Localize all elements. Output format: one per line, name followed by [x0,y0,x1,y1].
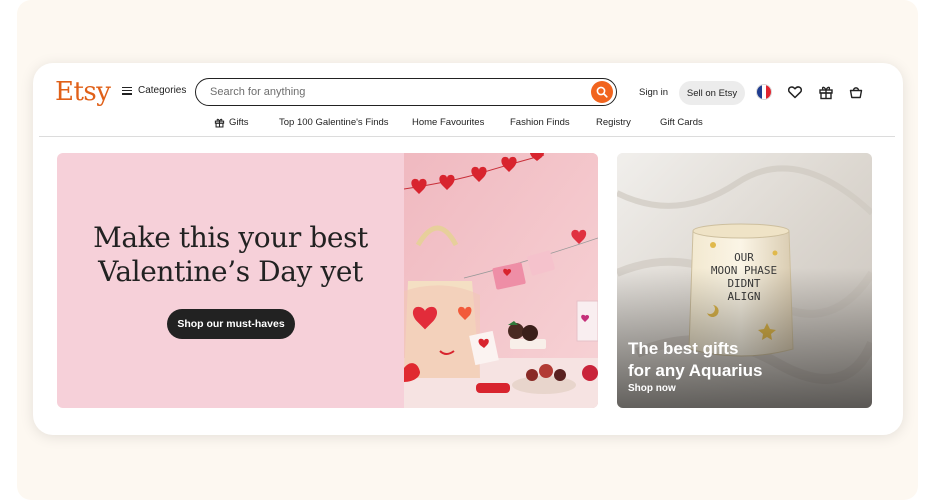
nav-item-label: Top 100 Galentine's Finds [279,117,389,128]
search-bar [195,78,617,106]
nav-item-label: Fashion Finds [510,117,570,128]
hero-title-line: Valentine’s Day yet [98,255,363,288]
nav-item-label: Registry [596,117,631,128]
valentine-product-photo[interactable] [404,153,598,408]
gift-icon [214,118,225,128]
heart-icon[interactable] [787,84,803,100]
search-icon [596,86,608,98]
nav-fashion-finds[interactable]: Fashion Finds [510,117,570,128]
cart-icon[interactable] [848,84,864,100]
menu-icon [122,86,132,95]
hero-banner: Make this your best Valentine’s Day yet … [57,153,404,408]
nav-home-favourites[interactable]: Home Favourites [412,117,484,128]
nav-registry[interactable]: Registry [596,117,631,128]
shop-now-link[interactable]: Shop now [628,383,676,394]
nav-item-label: Home Favourites [412,117,485,128]
nav-gifts[interactable]: Gifts [214,117,249,128]
hero-title-line: Make this your best [93,221,368,254]
promo-title: The best gifts for any Aquarius [628,338,828,382]
gift-icon[interactable] [818,84,834,100]
search-button[interactable] [591,81,613,103]
promo-title-line: for any Aquarius [628,361,763,380]
categories-button[interactable]: Categories [122,85,186,96]
header-divider [39,136,895,137]
categories-label: Categories [138,85,187,96]
aquarius-promo-card[interactable]: OUR MOON PHASE DIDNT ALIGN The best gift… [617,153,872,408]
sell-on-etsy-button[interactable]: Sell on Etsy [679,81,745,105]
search-input[interactable] [208,85,582,99]
nav-item-label: Gift Cards [660,117,703,128]
browser-card: Etsy Categories Sign in Sell on Etsy [33,63,903,435]
hero-title: Make this your best Valentine’s Day yet [57,221,404,289]
sign-in-link[interactable]: Sign in [639,87,668,98]
nav-item-label: Gifts [229,117,249,128]
nav-top-100-galentines[interactable]: Top 100 Galentine's Finds [279,117,389,128]
promo-title-line: The best gifts [628,339,739,358]
etsy-logo[interactable]: Etsy [55,76,111,108]
nav-gift-cards[interactable]: Gift Cards [660,117,703,128]
category-nav: Gifts Top 100 Galentine's Finds Home Fav… [33,115,903,135]
valentine-scene-illustration [404,153,598,408]
region-flag-icon[interactable] [756,84,772,100]
shop-must-haves-button[interactable]: Shop our must-haves [167,309,295,339]
